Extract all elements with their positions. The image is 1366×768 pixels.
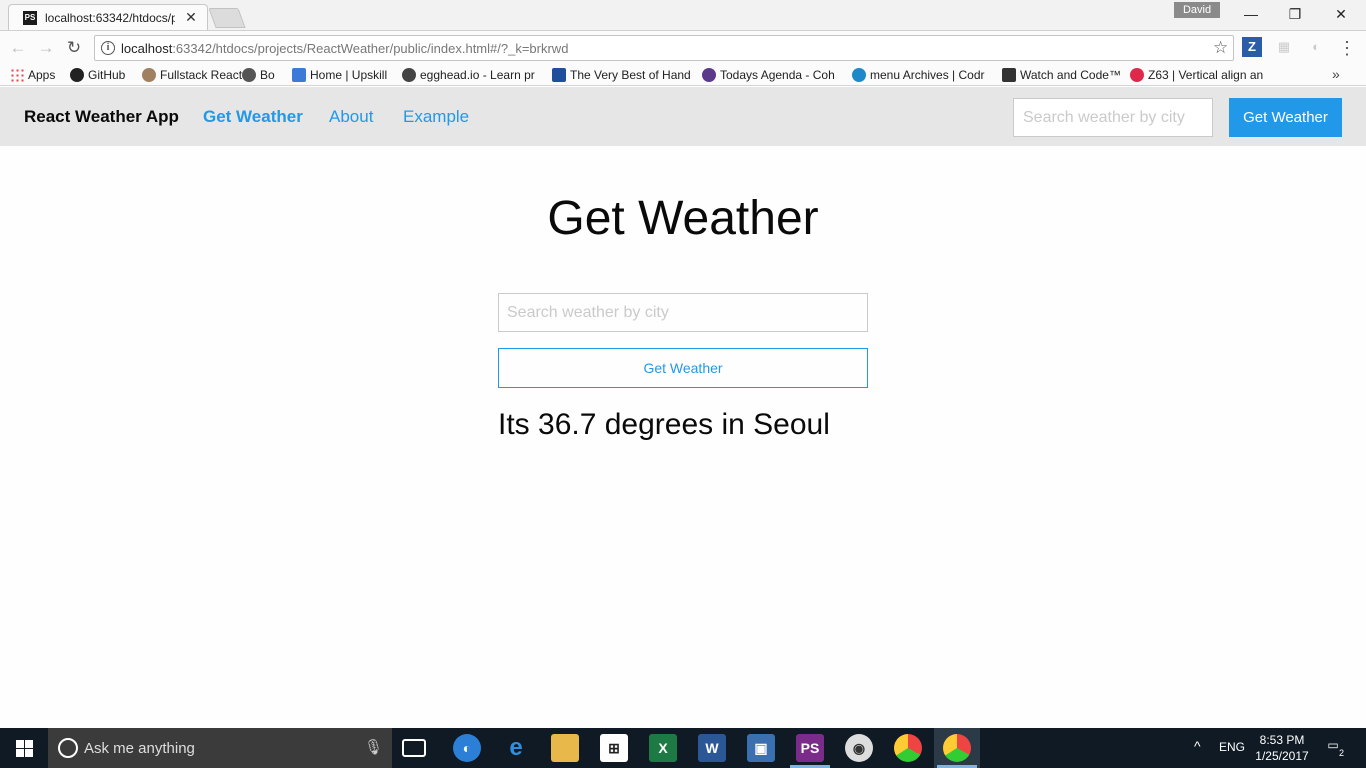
extension-z-icon[interactable]: Z — [1242, 37, 1262, 57]
cortana-search-box[interactable]: Ask me anything 🎙 — [48, 728, 392, 768]
apps-grid-icon — [10, 68, 24, 82]
bookmark-label: GitHub — [88, 68, 126, 82]
url-text[interactable]: localhost:63342/htdocs/projects/ReactWea… — [121, 41, 568, 56]
extension-grid-icon[interactable]: ▦ — [1274, 37, 1294, 57]
forward-arrow-icon[interactable]: → — [34, 36, 58, 60]
bookmark-github[interactable]: GitHub — [70, 67, 125, 83]
bookmark-apps[interactable]: Apps — [10, 67, 55, 83]
extension-leaf-icon[interactable]: ◐ — [1306, 37, 1326, 57]
bookmark-label: Apps — [28, 68, 56, 82]
notification-count: 2 — [1338, 748, 1344, 758]
language-indicator[interactable]: ENG — [1219, 740, 1245, 754]
nav-example[interactable]: Example — [403, 107, 469, 127]
profile-badge[interactable]: David — [1174, 2, 1220, 18]
app-navbar: React Weather App Get Weather About Exam… — [0, 87, 1366, 146]
close-window-icon[interactable]: ✕ — [1318, 0, 1364, 28]
tray-overflow-icon[interactable]: ^ — [1194, 738, 1201, 754]
browser-menu-icon[interactable]: ⋮ — [1338, 36, 1356, 60]
upskill-icon — [292, 68, 306, 82]
chat-app-icon[interactable]: ◐ — [453, 734, 481, 762]
bookmark-egghead[interactable]: egghead.io - Learn pr — [402, 67, 540, 83]
word-icon[interactable]: W — [698, 734, 726, 762]
excel-icon[interactable]: X — [649, 734, 677, 762]
store-icon[interactable]: ⊞ — [600, 734, 628, 762]
fullstack-icon — [142, 68, 156, 82]
browser-tab-active[interactable]: PS localhost:63342/htdocs/p ✕ — [8, 4, 208, 30]
bookmark-label: egghead.io - Learn pr — [420, 68, 535, 82]
codrops-icon — [852, 68, 866, 82]
phpstorm-favicon-icon: PS — [23, 11, 37, 25]
file-explorer-icon[interactable] — [551, 734, 579, 762]
taskbar-clock[interactable]: 8:53 PM 1/25/2017 — [1250, 732, 1314, 764]
bookmark-label: Watch and Code™ — [1020, 68, 1121, 82]
reload-icon[interactable]: ↻ — [62, 36, 86, 60]
tab-title: localhost:63342/htdocs/p — [45, 11, 175, 25]
restore-icon[interactable]: ❐ — [1272, 0, 1318, 28]
phpstorm-icon[interactable]: PS — [796, 734, 824, 762]
agenda-icon — [702, 68, 716, 82]
browser-tabstrip: PS localhost:63342/htdocs/p ✕ David — ❐ … — [0, 0, 1366, 30]
back-arrow-icon[interactable]: ← — [6, 36, 30, 60]
nav-about[interactable]: About — [329, 107, 373, 127]
cortana-icon — [58, 738, 78, 758]
bookmark-label: Home | Upskill — [310, 68, 388, 82]
app-brand: React Weather App — [24, 107, 179, 126]
bookmark-upskill[interactable]: Home | Upskill — [292, 67, 387, 83]
bookmark-very-best[interactable]: The Very Best of Hand — [552, 67, 690, 83]
chrome-window-icon[interactable] — [943, 734, 971, 762]
bookmark-label: Todays Agenda - Coh — [720, 68, 835, 82]
bookmark-label: Z63 | Vertical align an — [1148, 68, 1264, 82]
app-circle-icon[interactable]: ◉ — [845, 734, 873, 762]
url-host: localhost — [121, 41, 173, 56]
bookmark-z63[interactable]: Z63 | Vertical align an — [1130, 67, 1268, 83]
bo-icon — [242, 68, 256, 82]
task-view-icon[interactable] — [402, 739, 426, 757]
windows-start-icon[interactable] — [0, 728, 48, 768]
bookmark-watch-and-code[interactable]: Watch and Code™ — [1002, 67, 1121, 83]
clock-date: 1/25/2017 — [1255, 749, 1309, 763]
tab-close-icon[interactable]: ✕ — [183, 8, 199, 26]
egghead-icon — [402, 68, 416, 82]
w-icon — [1002, 68, 1016, 82]
bookmark-label: The Very Best of Hand — [570, 68, 690, 82]
minimize-icon[interactable]: — — [1228, 0, 1274, 28]
bookmark-bo[interactable]: Bo — [242, 67, 280, 83]
bookmark-todays-agenda[interactable]: Todays Agenda - Coh — [702, 67, 840, 83]
city-search-input[interactable] — [498, 293, 868, 332]
get-weather-button[interactable]: Get Weather — [498, 348, 868, 388]
page-title: Get Weather — [547, 192, 819, 245]
edge-icon[interactable]: e — [502, 734, 530, 762]
info-icon[interactable]: i — [101, 41, 115, 55]
bookmarks-bar: Apps GitHub Fullstack React Bo Home | Up… — [0, 64, 1366, 86]
clock-time: 8:53 PM — [1259, 733, 1305, 747]
nav-get-weather[interactable]: Get Weather — [203, 107, 303, 127]
bookmarks-overflow-icon[interactable]: » — [1332, 66, 1340, 82]
chrome-icon[interactable] — [894, 734, 922, 762]
browser-toolbar: ← → ↻ i localhost:63342/htdocs/projects/… — [0, 30, 1366, 64]
address-bar[interactable]: i localhost:63342/htdocs/projects/ReactW… — [94, 35, 1234, 61]
z63-icon — [1130, 68, 1144, 82]
bookmark-label: Bo — [260, 68, 275, 82]
bookmark-label: menu Archives | Codr — [870, 68, 985, 82]
cortana-placeholder: Ask me anything — [84, 740, 195, 757]
nav-get-weather-button[interactable]: Get Weather — [1229, 98, 1342, 137]
microphone-icon[interactable]: 🎙 — [364, 738, 383, 756]
bookmark-star-icon[interactable]: ☆ — [1213, 38, 1228, 58]
remote-desktop-icon[interactable]: ▣ — [747, 734, 775, 762]
bookmark-menu-archives[interactable]: menu Archives | Codr — [852, 67, 990, 83]
nav-search-input[interactable] — [1013, 98, 1213, 137]
h-icon — [552, 68, 566, 82]
new-tab-button[interactable] — [208, 8, 246, 28]
windows-taskbar: Ask me anything 🎙 ◐ e ⊞ X W ▣ PS ◉ ^ ENG… — [0, 728, 1366, 768]
github-icon — [70, 68, 84, 82]
notification-center-icon[interactable]: ▭ 2 — [1322, 738, 1344, 758]
weather-result: Its 36.7 degrees in Seoul — [498, 408, 830, 441]
bookmark-fullstack-react[interactable]: Fullstack React — [142, 67, 242, 83]
bookmark-label: Fullstack React — [160, 68, 242, 82]
url-path: :63342/htdocs/projects/ReactWeather/publ… — [172, 41, 569, 56]
